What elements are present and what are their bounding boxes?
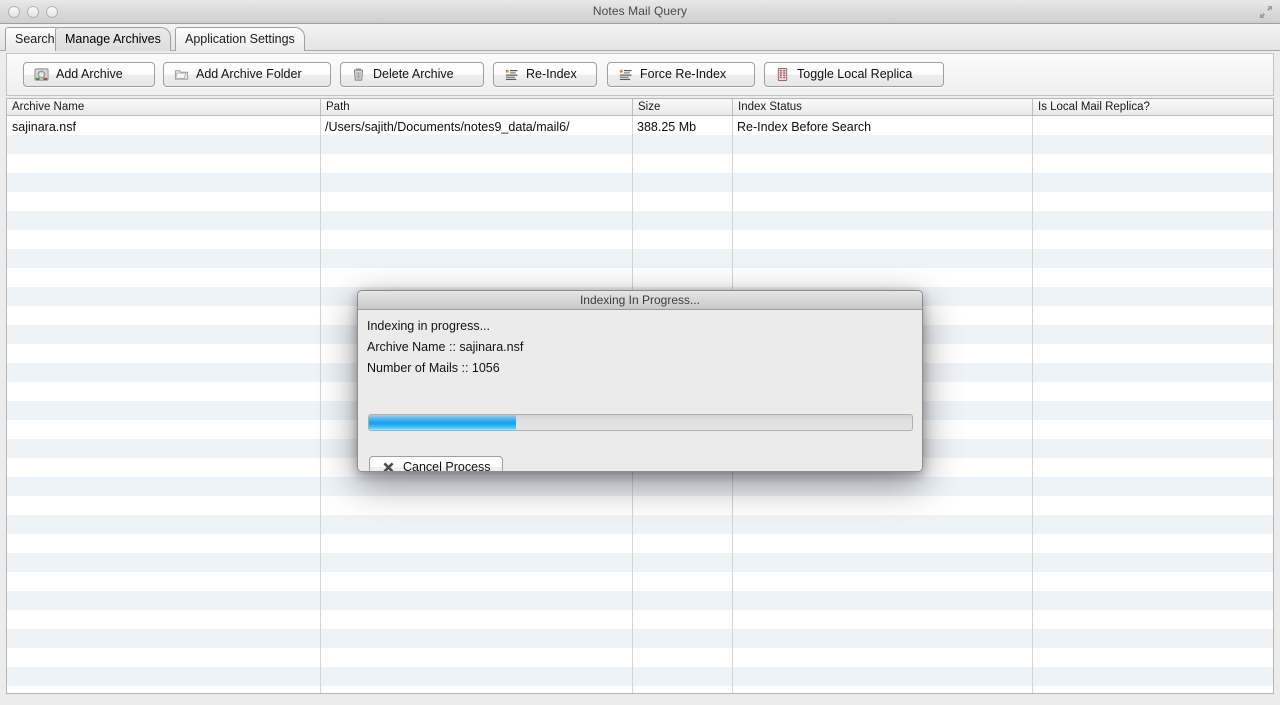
column-header-label: Is Local Mail Replica? (1038, 101, 1150, 113)
dialog-titlebar: Indexing In Progress... (358, 291, 922, 310)
table-row-stripe (7, 667, 1273, 686)
column-header-archive-name[interactable]: Archive Name (7, 99, 320, 115)
table-row-stripe (7, 173, 1273, 192)
tab-manage-archives[interactable]: Manage Archives (55, 27, 171, 51)
trash-icon (353, 68, 364, 81)
tab-search-label: Search (15, 32, 55, 46)
delete-archive-button[interactable]: Delete Archive (340, 62, 484, 87)
table-header-row: Archive Name Path Size Index Status Is L… (7, 99, 1273, 116)
force-re-index-button[interactable]: Force Re-Index (607, 62, 755, 87)
window-titlebar: Notes Mail Query (0, 0, 1280, 24)
cell-size: 388.25 Mb (637, 120, 697, 134)
dialog-archive-line: Archive Name :: sajinara.nsf (367, 340, 524, 354)
table-row-stripe (7, 477, 1273, 496)
re-index-label: Re-Index (526, 67, 577, 82)
cell-index-status: Re-Index Before Search (737, 120, 872, 134)
index-list-icon (505, 69, 518, 81)
delete-archive-label: Delete Archive (373, 67, 454, 82)
application-window: Notes Mail Query Search Manage Archives … (0, 0, 1280, 705)
dialog-title: Indexing In Progress... (579, 293, 701, 307)
index-list-icon (619, 69, 632, 81)
toggle-local-replica-button[interactable]: Toggle Local Replica (764, 62, 944, 87)
fullscreen-arrows-icon[interactable] (1258, 4, 1274, 20)
add-archive-button[interactable]: Add Archive (23, 62, 155, 87)
column-header-label: Index Status (738, 101, 802, 113)
indexing-progress-bar (368, 414, 913, 431)
column-header-is-local-mail-replica[interactable]: Is Local Mail Replica? (1032, 99, 1273, 115)
dialog-body: Indexing in progress... Archive Name :: … (358, 310, 922, 471)
table-row-stripe (7, 553, 1273, 572)
re-index-button[interactable]: Re-Index (493, 62, 597, 87)
column-header-label: Archive Name (12, 101, 85, 113)
indexing-progress-fill (369, 415, 516, 430)
window-title: Notes Mail Query (592, 4, 688, 18)
cell-path: /Users/sajith/Documents/notes9_data/mail… (325, 120, 570, 134)
column-header-size[interactable]: Size (632, 99, 732, 115)
force-re-index-label: Force Re-Index (640, 67, 727, 82)
table-row-stripe (7, 629, 1273, 648)
replica-grid-icon (777, 68, 788, 81)
tab-bar: Search Manage Archives Application Setti… (0, 24, 1280, 51)
add-archive-label: Add Archive (56, 67, 123, 82)
toolbar: Add Archive Add Archive Folder Delete Ar… (6, 53, 1274, 96)
indexing-progress-dialog: Indexing In Progress... Indexing in prog… (357, 290, 923, 472)
table-row-stripe (7, 135, 1273, 154)
table-row-stripe (7, 249, 1273, 268)
column-header-label: Path (326, 101, 350, 113)
table-row-stripe (7, 211, 1273, 230)
tab-application-settings[interactable]: Application Settings (175, 27, 305, 51)
tab-manage-archives-label: Manage Archives (65, 32, 161, 46)
database-add-icon (34, 68, 49, 81)
table-row-stripe (7, 591, 1273, 610)
tab-application-settings-label: Application Settings (185, 32, 295, 46)
column-header-path[interactable]: Path (320, 99, 632, 115)
folder-add-icon (174, 70, 189, 80)
dialog-mails-line: Number of Mails :: 1056 (367, 361, 500, 375)
cancel-x-icon (383, 462, 394, 471)
table-row-stripe (7, 515, 1273, 534)
column-header-index-status[interactable]: Index Status (732, 99, 1032, 115)
column-divider[interactable] (320, 116, 321, 693)
cancel-process-button[interactable]: Cancel Process (369, 456, 503, 472)
add-archive-folder-button[interactable]: Add Archive Folder (163, 62, 331, 87)
add-archive-folder-label: Add Archive Folder (196, 67, 302, 82)
dialog-status-line: Indexing in progress... (367, 319, 490, 333)
column-header-label: Size (638, 101, 661, 113)
cell-is-local-mail-replica (1032, 118, 1273, 136)
cancel-process-label: Cancel Process (403, 459, 491, 472)
cell-archive-name: sajinara.nsf (12, 120, 76, 134)
toggle-local-replica-label: Toggle Local Replica (797, 67, 913, 82)
column-divider[interactable] (1032, 116, 1033, 693)
